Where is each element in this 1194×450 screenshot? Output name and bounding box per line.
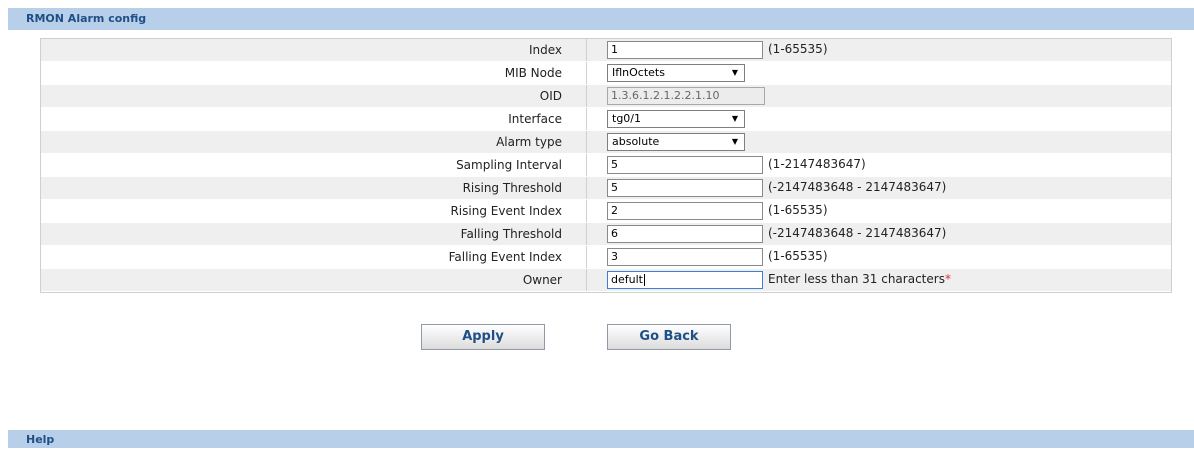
column-divider xyxy=(586,62,587,84)
owner-label: Owner xyxy=(522,273,562,287)
column-divider xyxy=(586,131,587,153)
form-row-mib-node: MIB Node IflnOctets ▼ xyxy=(41,62,1171,85)
form-row-falling-threshold: Falling Threshold 6 (-2147483648 - 21474… xyxy=(41,223,1171,246)
form-row-owner: Owner defult Enter less than 31 characte… xyxy=(41,269,1171,292)
alarm-type-selected: absolute xyxy=(612,135,660,148)
interface-label: Interface xyxy=(508,112,562,126)
alarm-type-label: Alarm type xyxy=(496,135,562,149)
index-label: Index xyxy=(528,43,562,57)
column-divider xyxy=(586,246,587,268)
chevron-down-icon: ▼ xyxy=(731,68,738,77)
text-cursor xyxy=(643,274,645,286)
form-row-sampling-interval: Sampling Interval 5 (1-2147483647) xyxy=(41,154,1171,177)
rising-event-index-hint: (1-65535) xyxy=(768,203,828,217)
sampling-interval-label: Sampling Interval xyxy=(456,158,562,172)
chevron-down-icon: ▼ xyxy=(731,137,738,146)
form-row-rising-event-index: Rising Event Index 2 (1-65535) xyxy=(41,200,1171,223)
oid-field: 1.3.6.1.2.1.2.2.1.10 xyxy=(607,87,765,105)
column-divider xyxy=(586,39,587,61)
falling-event-index-label: Falling Event Index xyxy=(448,250,562,264)
rising-event-index-label: Rising Event Index xyxy=(450,204,562,218)
column-divider xyxy=(586,85,587,107)
rising-threshold-label: Rising Threshold xyxy=(462,181,562,195)
mib-node-select[interactable]: IflnOctets ▼ xyxy=(607,64,745,82)
index-hint: (1-65535) xyxy=(768,42,828,56)
alarm-type-select[interactable]: absolute ▼ xyxy=(607,133,745,151)
form-row-alarm-type: Alarm type absolute ▼ xyxy=(41,131,1171,154)
owner-hint-text: Enter less than 31 characters xyxy=(768,272,945,286)
mib-node-selected: IflnOctets xyxy=(612,66,665,79)
falling-threshold-label: Falling Threshold xyxy=(460,227,562,241)
interface-select[interactable]: tg0/1 ▼ xyxy=(607,110,745,128)
form-row-oid: OID 1.3.6.1.2.1.2.2.1.10 xyxy=(41,85,1171,108)
falling-threshold-hint: (-2147483648 - 2147483647) xyxy=(768,226,947,240)
sampling-interval-hint: (1-2147483647) xyxy=(768,157,866,171)
section-title: RMON Alarm config xyxy=(26,12,147,25)
apply-button[interactable]: Apply xyxy=(421,324,545,350)
owner-value: defult xyxy=(611,273,643,286)
go-back-button[interactable]: Go Back xyxy=(607,324,731,350)
sampling-interval-input[interactable]: 5 xyxy=(607,156,763,174)
chevron-down-icon: ▼ xyxy=(731,114,738,123)
column-divider xyxy=(586,154,587,176)
oid-label: OID xyxy=(539,89,562,103)
owner-hint: Enter less than 31 characters* xyxy=(768,269,951,291)
owner-input[interactable]: defult xyxy=(607,271,763,289)
column-divider xyxy=(586,108,587,130)
form-row-rising-threshold: Rising Threshold 5 (-2147483648 - 214748… xyxy=(41,177,1171,200)
column-divider xyxy=(586,269,587,291)
index-input[interactable]: 1 xyxy=(607,41,763,59)
interface-selected: tg0/1 xyxy=(612,112,641,125)
rising-threshold-hint: (-2147483648 - 2147483647) xyxy=(768,180,947,194)
section-header-help: Help xyxy=(8,430,1194,448)
column-divider xyxy=(586,177,587,199)
falling-event-index-input[interactable]: 3 xyxy=(607,248,763,266)
rising-threshold-input[interactable]: 5 xyxy=(607,179,763,197)
alarm-config-form: Index 1 (1-65535) MIB Node IflnOctets ▼ … xyxy=(40,38,1172,293)
falling-threshold-input[interactable]: 6 xyxy=(607,225,763,243)
section-header-rmon-alarm-config: RMON Alarm config xyxy=(8,8,1194,30)
form-row-falling-event-index: Falling Event Index 3 (1-65535) xyxy=(41,246,1171,269)
rising-event-index-input[interactable]: 2 xyxy=(607,202,763,220)
form-row-interface: Interface tg0/1 ▼ xyxy=(41,108,1171,131)
column-divider xyxy=(586,200,587,222)
form-row-index: Index 1 (1-65535) xyxy=(41,39,1171,62)
help-title: Help xyxy=(26,433,55,446)
mib-node-label: MIB Node xyxy=(504,66,562,80)
column-divider xyxy=(586,223,587,245)
required-mark: * xyxy=(944,272,951,286)
falling-event-index-hint: (1-65535) xyxy=(768,249,828,263)
